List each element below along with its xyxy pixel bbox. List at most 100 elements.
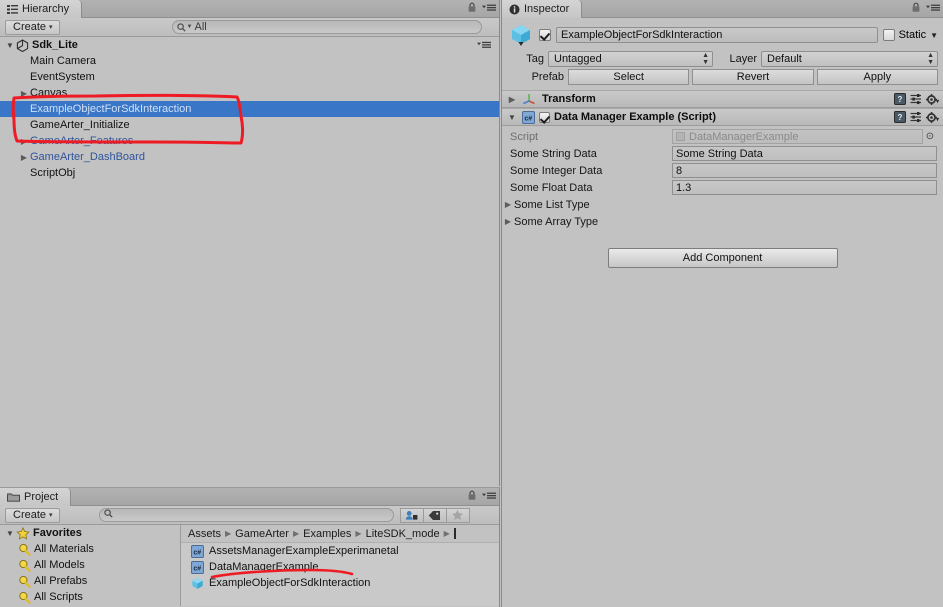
property-row: Some Float Data 1.3 [502, 179, 943, 196]
scene-foldout-icon[interactable]: ▼ [4, 41, 16, 50]
scene-context-menu-icon[interactable] [477, 40, 491, 53]
hierarchy-item[interactable]: EventSystem [0, 69, 499, 85]
property-row: Script DataManagerExample ⊙ [502, 128, 943, 145]
favorites-foldout-icon[interactable]: ▼ [4, 529, 16, 538]
component-enabled-checkbox[interactable] [539, 111, 550, 123]
hierarchy-item[interactable]: Main Camera [0, 53, 499, 69]
gear-icon[interactable]: ▾ [926, 93, 940, 105]
favorites-item[interactable]: All Materials [0, 541, 180, 557]
preset-icon[interactable] [910, 93, 922, 105]
favorites-item[interactable]: All Models [0, 557, 180, 573]
inspector-tabbar: Inspector [502, 0, 943, 18]
favorite-star-icon[interactable] [445, 507, 470, 523]
hierarchy-item[interactable]: GameArter_Initialize [0, 117, 499, 133]
prefab-revert-button[interactable]: Revert [692, 69, 814, 85]
component-header-transform[interactable]: ▶ Transform ? ▾ [502, 90, 943, 108]
gameobject-name-input[interactable]: ExampleObjectForSdkInteraction [556, 27, 878, 43]
property-foldout-icon[interactable]: ▶ [502, 200, 514, 209]
hierarchy-item-foldout-icon[interactable]: ▶ [18, 89, 30, 98]
tab-project[interactable]: Project [0, 488, 72, 506]
filter-by-label-icon[interactable] [422, 507, 447, 523]
breadcrumb[interactable]: Assets ▶ GameArter ▶ Examples ▶ LiteSDK_mode ▶ [181, 525, 499, 543]
hamburger-menu-icon[interactable] [926, 2, 940, 13]
help-icon[interactable]: ? [894, 111, 906, 123]
prefab-apply-button[interactable]: Apply [816, 69, 938, 85]
static-label: Static [898, 29, 927, 41]
lock-icon[interactable] [467, 490, 477, 501]
property-foldout-row[interactable]: ▶ Some List Type [502, 196, 943, 213]
hamburger-menu-icon[interactable] [482, 490, 496, 501]
search-saved-icon [18, 591, 31, 604]
add-component-button[interactable]: Add Component [607, 248, 838, 268]
hierarchy-item-foldout-icon[interactable]: ▶ [18, 137, 30, 146]
project-asset-list[interactable]: c# AssetsManagerExampleExperimanetal c# Dat… [181, 543, 499, 591]
preset-icon[interactable] [910, 111, 922, 123]
prefab-select-button[interactable]: Select [568, 69, 690, 85]
inspector-panel: Inspector ExampleObjectForSdkInteraction… [501, 0, 943, 607]
hierarchy-item-label: Main Camera [30, 55, 97, 67]
favorites-root[interactable]: ▼ Favorites [0, 525, 180, 541]
layer-dropdown[interactable]: Default ▲ ▼ [761, 51, 938, 67]
static-checkbox[interactable] [882, 29, 895, 41]
breadcrumb-item[interactable]: LiteSDK_mode [366, 528, 440, 540]
property-label: Some Float Data [510, 181, 593, 194]
filter-by-type-icon[interactable] [399, 507, 424, 523]
project-tabbar: Project [0, 488, 499, 506]
hamburger-menu-icon[interactable] [482, 2, 496, 13]
property-foldout-row[interactable]: ▶ Some Array Type [502, 213, 943, 230]
datamanager-foldout-icon[interactable]: ▼ [506, 113, 518, 122]
transform-header-icons: ? ▾ [894, 93, 940, 105]
hierarchy-item[interactable]: ▶ Canvas [0, 85, 499, 101]
static-dropdown-caret-icon[interactable]: ▼ [930, 31, 938, 40]
info-icon [509, 4, 520, 15]
gear-icon[interactable]: ▾ [926, 111, 940, 123]
tag-label: Tag [526, 53, 544, 65]
search-saved-icon [18, 543, 31, 556]
search-dropdown-icon[interactable]: ▼ [176, 22, 193, 32]
hierarchy-item[interactable]: ScriptObj [0, 165, 499, 181]
search-saved-icon [18, 559, 31, 572]
property-input[interactable]: Some String Data [672, 146, 937, 161]
hierarchy-item-label: Canvas [30, 87, 68, 99]
datamanager-properties: Script DataManagerExample ⊙ Some String Dat… [502, 126, 943, 234]
breadcrumb-item[interactable]: Assets [188, 528, 221, 540]
project-favorites-tree[interactable]: ▼ Favorites All Materials All Models All P… [0, 525, 181, 606]
project-asset-item[interactable]: ExampleObjectForSdkInteraction [181, 575, 499, 591]
hierarchy-item[interactable]: ▶ GameArter_DashBoard [0, 149, 499, 165]
prefab-row: Prefab Select Revert Apply [502, 68, 943, 86]
project-asset-browser: Assets ▶ GameArter ▶ Examples ▶ LiteSDK_mode ▶ … [181, 525, 499, 606]
lock-icon[interactable] [911, 2, 921, 13]
hierarchy-item[interactable]: ▶ GameArter_Features [0, 133, 499, 149]
hierarchy-create-button[interactable]: Create ▾ [5, 19, 60, 35]
breadcrumb-item[interactable]: Examples [303, 528, 351, 540]
favorites-item[interactable]: All Prefabs [0, 573, 180, 589]
project-asset-item[interactable]: c# AssetsManagerExampleExperimanetal [181, 543, 499, 559]
hierarchy-panel: Hierarchy Create ▾ ▼ All ▼ Sdk_Lite Main… [0, 0, 500, 486]
tab-hierarchy[interactable]: Hierarchy [0, 0, 83, 18]
property-input[interactable]: 8 [672, 163, 937, 178]
tag-dropdown[interactable]: Untagged ▲ ▼ [548, 51, 713, 67]
component-header-data-manager-example[interactable]: ▼ c# Data Manager Example (Script) ? ▾ [502, 108, 943, 126]
hierarchy-item[interactable]: ExampleObjectForSdkInteraction [0, 101, 499, 117]
project-search-input[interactable] [98, 508, 394, 522]
gameobject-enabled-checkbox[interactable] [539, 29, 551, 41]
tab-inspector[interactable]: Inspector [502, 0, 583, 18]
hierarchy-tree[interactable]: ▼ Sdk_Lite Main Camera EventSystem ▶ Canvas… [0, 37, 499, 485]
static-toggle-group[interactable]: Static ▼ [882, 29, 938, 41]
project-asset-item[interactable]: c# DataManagerExample [181, 559, 499, 575]
lock-icon[interactable] [467, 2, 477, 13]
breadcrumb-item[interactable]: GameArter [235, 528, 289, 540]
property-foldout-icon[interactable]: ▶ [502, 217, 514, 226]
help-icon[interactable]: ? [894, 93, 906, 105]
favorites-item[interactable]: All Scripts [0, 589, 180, 605]
hierarchy-item-foldout-icon[interactable]: ▶ [18, 153, 30, 162]
object-picker-icon[interactable]: ⊙ [923, 131, 937, 142]
hierarchy-create-label: Create [13, 21, 47, 33]
transform-foldout-icon[interactable]: ▶ [506, 95, 518, 104]
project-create-button[interactable]: Create ▾ [5, 507, 60, 523]
property-input[interactable]: 1.3 [672, 180, 937, 195]
svg-text:c#: c# [193, 549, 201, 556]
hierarchy-scene-root[interactable]: ▼ Sdk_Lite [0, 37, 499, 53]
gameobject-header: ExampleObjectForSdkInteraction Static ▼ [502, 18, 943, 50]
hierarchy-search-input[interactable]: ▼ All [171, 20, 482, 34]
